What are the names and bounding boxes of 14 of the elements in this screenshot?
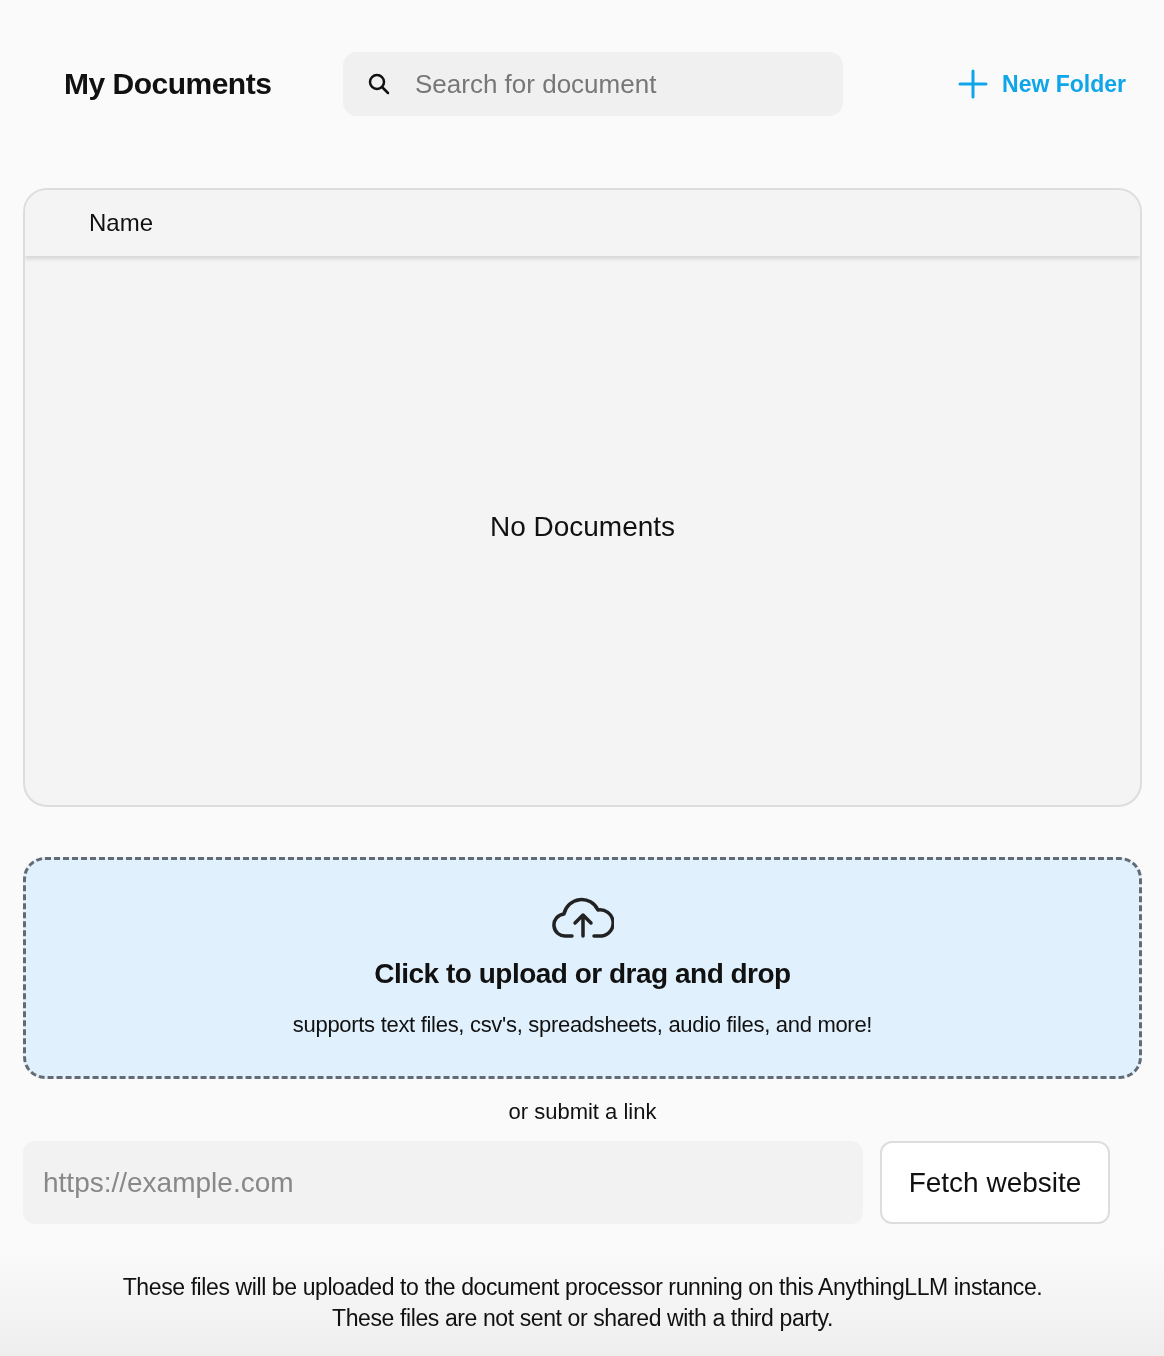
footer-note: These files will be uploaded to the document processor running on this AnythingLLM instance. (122, 1274, 1043, 1301)
url-field[interactable]: https://example.com (23, 1141, 863, 1224)
fetch-website-button[interactable]: Fetch website (880, 1141, 1110, 1224)
empty-message: No Documents (489, 510, 676, 543)
upload-title: Click to upload or drag and drop (374, 958, 791, 990)
upload-subtitle: supports text files, csv's, spreadsheets, audio files, and more! (292, 1012, 873, 1038)
search-icon (367, 72, 391, 96)
search-field[interactable]: Search for document (343, 52, 843, 116)
footer-note: These files are not sent or shared with a third party. (332, 1305, 833, 1332)
page-title: My Documents (64, 67, 273, 101)
upload-dropzone[interactable]: Click to upload or drag and drop supports text files, csv's, spreadsheets, audio files, and more! (23, 857, 1142, 1079)
column-header: Name (89, 209, 154, 237)
plus-icon (958, 69, 989, 99)
link-caption: or submit a link (508, 1099, 657, 1125)
